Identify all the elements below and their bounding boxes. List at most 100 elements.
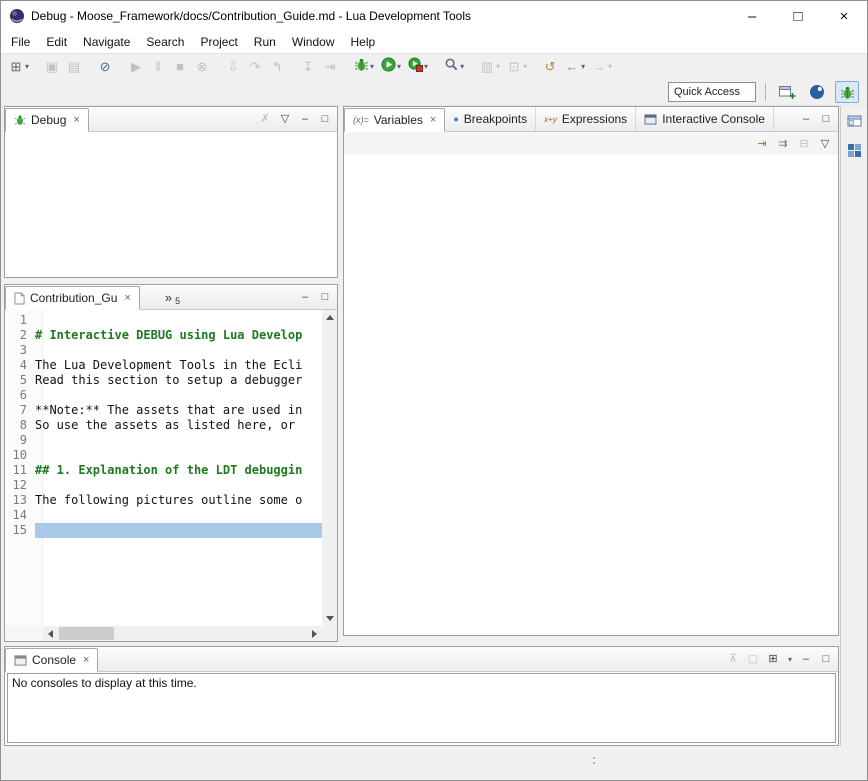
view-menu-icon[interactable]: ▽ [279, 112, 291, 126]
menu-item[interactable]: Search [138, 31, 192, 53]
menu-item[interactable]: Navigate [75, 31, 138, 53]
tab-console[interactable]: Console × [5, 648, 98, 672]
tab-expressions[interactable]: x+y Expressions [536, 107, 636, 131]
minimize-view-icon[interactable]: – [299, 290, 311, 304]
drop-to-frame-button[interactable]: ↧ [298, 56, 318, 78]
menu-item[interactable]: Project [192, 31, 245, 53]
chevron-down-icon[interactable]: ▾ [25, 62, 29, 71]
line-number[interactable]: 6 [5, 388, 35, 403]
line-number[interactable]: 12 [5, 478, 35, 493]
line-text[interactable] [35, 478, 322, 493]
console-content[interactable]: No consoles to display at this time. [7, 673, 836, 743]
terminate-button[interactable]: ■ [170, 56, 190, 78]
line-text[interactable]: # Interactive DEBUG using Lua Develop [35, 328, 322, 343]
maximize-view-icon[interactable]: □ [319, 112, 331, 126]
tab-overflow[interactable]: » 5 [160, 285, 185, 309]
collapse-all-icon[interactable]: ⊟ [798, 137, 810, 151]
line-text[interactable] [35, 523, 322, 538]
menu-item[interactable]: Edit [38, 31, 75, 53]
view-menu-icon[interactable]: ▽ [819, 137, 831, 151]
minimize-view-icon[interactable]: – [800, 652, 812, 666]
line-number[interactable]: 3 [5, 343, 35, 358]
search-button[interactable]: ▾ [441, 56, 466, 78]
save-button[interactable]: ▣ [42, 56, 62, 78]
chevron-down-icon[interactable]: ▾ [496, 62, 500, 71]
line-text[interactable] [35, 388, 322, 403]
line-number[interactable]: 11 [5, 463, 35, 478]
chevron-down-icon[interactable]: ▾ [424, 62, 428, 71]
minimize-view-icon[interactable]: – [299, 112, 311, 126]
scroll-down-button[interactable] [322, 611, 337, 626]
debug-perspective-button[interactable] [835, 81, 859, 103]
lua-perspective-button[interactable] [805, 81, 829, 103]
close-icon[interactable]: × [124, 292, 130, 304]
line-text[interactable] [35, 448, 322, 463]
line-number[interactable]: 7 [5, 403, 35, 418]
line-text[interactable]: The following pictures outline some o [35, 493, 322, 508]
line-number[interactable]: 14 [5, 508, 35, 523]
tab-variables[interactable]: (x)= Variables × [344, 108, 445, 132]
menu-item[interactable]: Window [284, 31, 343, 53]
line-number[interactable]: 2 [5, 328, 35, 343]
maximize-view-icon[interactable]: □ [820, 652, 832, 666]
maximize-view-icon[interactable]: □ [820, 112, 832, 126]
external-tools-button[interactable]: ▾ [405, 56, 430, 78]
line-text[interactable] [35, 508, 322, 523]
line-number[interactable]: 1 [5, 313, 35, 328]
line-number[interactable]: 10 [5, 448, 35, 463]
menu-item[interactable]: Help [343, 31, 384, 53]
disconnect-button[interactable]: ⊗ [192, 56, 212, 78]
open-perspective-button[interactable] [775, 81, 799, 103]
maximize-button[interactable]: □ [775, 1, 821, 31]
line-text[interactable]: Read this section to setup a debugger [35, 373, 322, 388]
line-text[interactable]: ## 1. Explanation of the LDT debuggin [35, 463, 322, 478]
chevron-down-icon[interactable]: ▾ [460, 62, 464, 71]
chevron-down-icon[interactable]: ▾ [370, 62, 374, 71]
window-wizard-button-2[interactable]: ⊡ ▾ [504, 56, 529, 78]
scrollbar-thumb[interactable] [59, 627, 114, 640]
back-button[interactable]: ← ▾ [562, 56, 587, 78]
chevron-down-icon[interactable]: ▾ [523, 62, 527, 71]
display-selected-console-icon[interactable]: ▢ [747, 652, 759, 666]
line-number[interactable]: 4 [5, 358, 35, 373]
suspend-button[interactable]: ‖ [148, 56, 168, 78]
pin-console-icon[interactable]: ⊼ [727, 652, 739, 666]
last-edit-location-button[interactable]: ↺ [540, 56, 560, 78]
minimize-button[interactable]: – [729, 1, 775, 31]
line-number[interactable]: 15 [5, 523, 35, 538]
maximize-view-icon[interactable]: □ [319, 290, 331, 304]
line-text[interactable] [35, 343, 322, 358]
line-text[interactable]: The Lua Development Tools in the Ecli [35, 358, 322, 373]
close-icon[interactable]: × [83, 654, 89, 666]
save-all-button[interactable]: ▤ [64, 56, 84, 78]
line-number[interactable]: 13 [5, 493, 35, 508]
tab-contribution-guide[interactable]: Contribution_Gu × [5, 286, 140, 310]
open-console-icon[interactable]: ⊞ [767, 652, 779, 666]
line-text[interactable]: **Note:** The assets that are used in [35, 403, 322, 418]
line-text[interactable] [35, 313, 322, 328]
editor-text-area[interactable]: 1 2 # Interactive DEBUG using Lua Develo… [5, 313, 322, 626]
window-wizard-button-1[interactable]: ▥ ▾ [477, 56, 502, 78]
chevron-down-icon[interactable]: ▾ [581, 62, 585, 71]
menu-item[interactable]: Run [246, 31, 284, 53]
new-wizard-button[interactable]: ⊞ ▾ [6, 56, 31, 78]
step-filters-button[interactable]: ⇥ [320, 56, 340, 78]
line-text[interactable] [35, 433, 322, 448]
forward-button[interactable]: → ▾ [589, 56, 614, 78]
tab-breakpoints[interactable]: ● Breakpoints [445, 107, 536, 131]
close-button[interactable]: × [821, 1, 867, 31]
tab-debug[interactable]: Debug × [5, 108, 89, 132]
step-return-button[interactable]: ↰ [267, 56, 287, 78]
remove-all-terminated-icon[interactable]: ✗ [259, 112, 271, 126]
line-number[interactable]: 5 [5, 373, 35, 388]
close-icon[interactable]: × [73, 114, 79, 126]
horizontal-scrollbar[interactable] [43, 626, 322, 641]
menu-item[interactable]: File [3, 31, 38, 53]
chevron-down-icon[interactable]: ▾ [788, 655, 792, 664]
debug-button[interactable]: ▾ [351, 56, 376, 78]
step-into-button[interactable]: ⇩ [223, 56, 243, 78]
skip-breakpoints-button[interactable]: ⊘ [95, 56, 115, 78]
show-type-names-icon[interactable]: ⇥ [756, 137, 768, 151]
status-bar-grip[interactable] [593, 757, 595, 764]
run-button[interactable]: ▾ [378, 56, 403, 78]
